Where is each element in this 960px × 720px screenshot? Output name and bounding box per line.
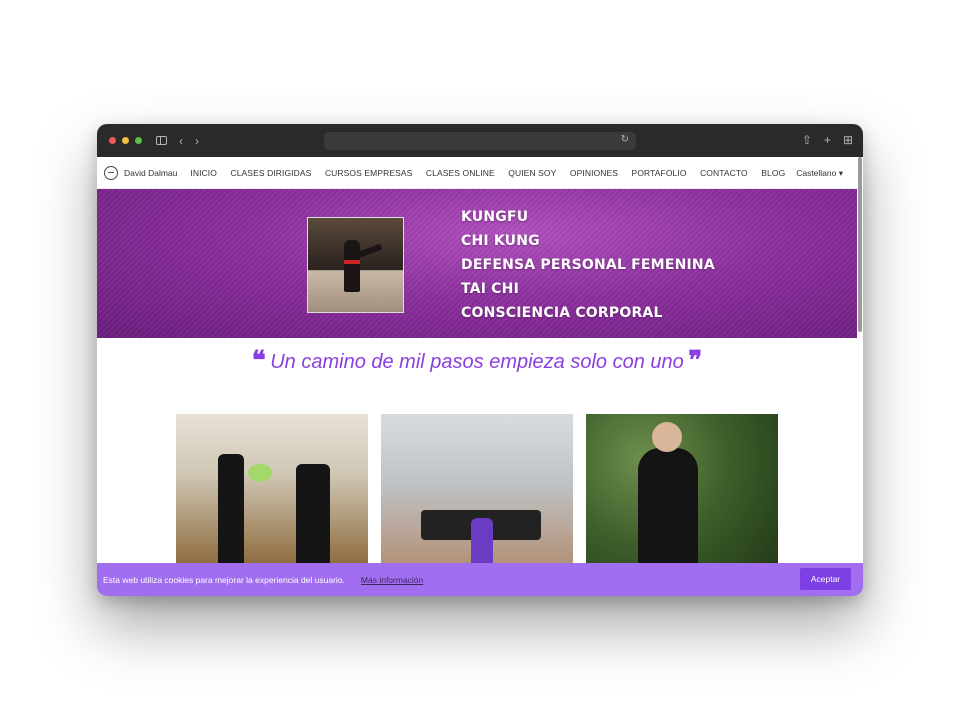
minimize-window-button[interactable] [122,137,129,144]
gallery-photo-class[interactable] [176,414,368,566]
close-quote-icon: ❞ [688,346,703,376]
window-controls [109,137,142,144]
accept-cookies-button[interactable]: Aceptar [800,568,851,590]
browser-titlebar: ‹ › ↻ ⇧ + ⊞ [97,124,863,157]
browser-toolbar-right: ⇧ + ⊞ [802,133,853,147]
motto-quote: ❝ Un camino de mil pasos empieza solo co… [97,348,857,374]
nav-item-inicio[interactable]: INICIO [190,168,217,178]
nav-item-quien-soy[interactable]: QUIEN SOY [508,168,556,178]
nav-item-blog[interactable]: BLOG [761,168,785,178]
cookie-message: Esta web utiliza cookies para mejorar la… [103,574,345,585]
gallery-photo-group[interactable] [381,414,573,566]
discipline-tai-chi: TAI CHI [461,281,519,297]
red-sash [344,260,360,264]
quote-text: Un camino de mil pasos empieza solo con … [270,351,684,373]
close-window-button[interactable] [109,137,116,144]
instructor-figure [471,518,493,566]
hero-banner: KUNGFU CHI KUNG DEFENSA PERSONAL FEMENIN… [97,189,857,338]
disciplines-list: KUNGFU CHI KUNG DEFENSA PERSONAL FEMENIN… [461,205,715,325]
nav-item-cursos-empresas[interactable]: CURSOS EMPRESAS [325,168,412,178]
site-logo-icon[interactable] [104,165,118,180]
forward-icon[interactable]: › [195,135,199,147]
nav-item-clases-online[interactable]: CLASES ONLINE [426,168,495,178]
taichi-head [652,422,682,452]
discipline-chi-kung: CHI KUNG [461,233,540,249]
student-figure [296,464,330,566]
gallery-photo-taichi[interactable] [586,414,778,566]
student-figure [218,454,244,566]
maximize-window-button[interactable] [135,137,142,144]
sidebar-toggle-icon[interactable] [156,136,167,145]
martial-artist-figure [344,240,360,292]
nav-item-portafolio[interactable]: PORTAFOLIO [632,168,687,178]
discipline-kungfu: KUNGFU [461,209,529,225]
discipline-consciencia-corporal: CONSCIENCIA CORPORAL [461,305,663,321]
language-selector[interactable]: Castellano ▾ [796,168,843,179]
open-quote-icon: ❝ [251,346,266,376]
nav-item-contacto[interactable]: CONTACTO [700,168,748,178]
discipline-defensa-personal: DEFENSA PERSONAL FEMENINA [461,257,715,273]
back-icon[interactable]: ‹ [179,135,183,147]
page-scrollbar[interactable] [858,157,862,332]
tab-overview-icon[interactable]: ⊞ [843,133,853,147]
share-icon[interactable]: ⇧ [802,133,812,147]
hero-photo [307,217,404,313]
address-bar[interactable]: ↻ [324,132,636,150]
nav-item-clases-dirigidas[interactable]: CLASES DIRIGIDAS [230,168,311,178]
reload-icon[interactable]: ↻ [621,134,629,145]
kick-pad [248,464,272,482]
browser-window: ‹ › ↻ ⇧ + ⊞ David Dalmau INICIO CLASES D… [97,124,863,596]
cookie-info-link[interactable]: Más información [361,575,423,585]
new-tab-icon[interactable]: + [824,133,831,147]
taichi-figure [638,448,698,566]
photo-gallery [176,414,778,566]
site-navbar: David Dalmau INICIO CLASES DIRIGIDAS CUR… [97,157,863,189]
nav-item-opiniones[interactable]: OPINIONES [570,168,618,178]
cookie-banner: Esta web utiliza cookies para mejorar la… [97,563,863,596]
brand-name[interactable]: David Dalmau [124,168,177,178]
